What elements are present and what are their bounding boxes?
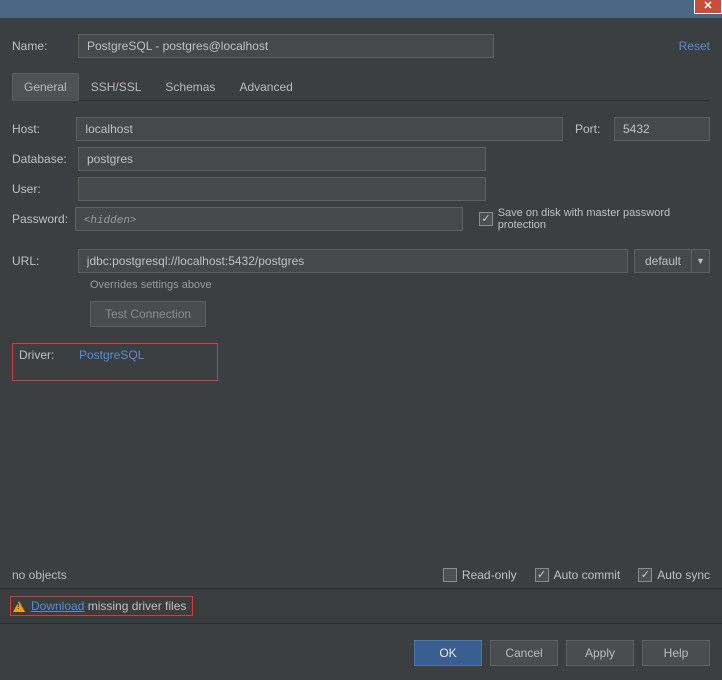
tab-schemas[interactable]: Schemas xyxy=(153,73,227,101)
driver-row-highlight: Driver: PostgreSQL xyxy=(12,343,218,381)
download-highlight: Download missing driver files xyxy=(10,596,193,616)
warning-icon xyxy=(13,601,25,612)
ok-button[interactable]: OK xyxy=(414,640,482,666)
checkbox-icon: ✓ xyxy=(479,212,492,226)
name-input[interactable] xyxy=(78,34,494,58)
auto-commit-checkbox[interactable]: ✓ Auto commit xyxy=(535,568,621,582)
checkbox-icon: ✓ xyxy=(638,568,652,582)
database-label: Database: xyxy=(12,152,78,166)
read-only-label: Read-only xyxy=(462,568,517,582)
name-label: Name: xyxy=(12,39,78,53)
database-input[interactable] xyxy=(78,147,486,171)
auto-commit-label: Auto commit xyxy=(554,568,621,582)
read-only-checkbox[interactable]: Read-only xyxy=(443,568,517,582)
download-strip: Download missing driver files xyxy=(0,588,722,624)
reset-link[interactable]: Reset xyxy=(679,39,710,53)
tab-general[interactable]: General xyxy=(12,73,79,101)
save-password-label: Save on disk with master password protec… xyxy=(498,207,710,231)
objects-status: no objects xyxy=(12,568,67,582)
close-icon: ✕ xyxy=(703,0,712,12)
user-input[interactable] xyxy=(78,177,486,201)
tab-bar: General SSH/SSL Schemas Advanced xyxy=(12,72,710,101)
driver-link[interactable]: PostgreSQL xyxy=(79,348,144,362)
chevron-down-icon[interactable]: ▼ xyxy=(691,249,709,273)
tab-advanced[interactable]: Advanced xyxy=(227,73,304,101)
titlebar: ✕ xyxy=(0,0,722,18)
save-password-checkbox[interactable]: ✓ Save on disk with master password prot… xyxy=(479,207,710,231)
port-input[interactable] xyxy=(614,117,710,141)
download-rest-text: missing driver files xyxy=(84,599,186,613)
host-label: Host: xyxy=(12,122,76,136)
auto-sync-checkbox[interactable]: ✓ Auto sync xyxy=(638,568,710,582)
auto-sync-label: Auto sync xyxy=(657,568,710,582)
password-label: Password: xyxy=(12,212,75,226)
url-hint: Overrides settings above xyxy=(90,279,710,291)
driver-label: Driver: xyxy=(19,348,79,362)
url-label: URL: xyxy=(12,254,78,268)
tab-sshssl[interactable]: SSH/SSL xyxy=(79,73,154,101)
url-mode-combo[interactable]: default ▼ xyxy=(634,249,710,273)
user-label: User: xyxy=(12,182,78,196)
test-connection-button[interactable]: Test Connection xyxy=(90,301,206,327)
checkbox-icon: ✓ xyxy=(535,568,549,582)
host-input[interactable] xyxy=(76,117,563,141)
password-input[interactable] xyxy=(75,207,464,231)
apply-button[interactable]: Apply xyxy=(566,640,634,666)
url-input[interactable] xyxy=(78,249,628,273)
close-button[interactable]: ✕ xyxy=(694,0,722,14)
help-button[interactable]: Help xyxy=(642,640,710,666)
cancel-button[interactable]: Cancel xyxy=(490,640,558,666)
download-link[interactable]: Download xyxy=(31,599,84,613)
checkbox-icon xyxy=(443,568,457,582)
port-label: Port: xyxy=(575,122,614,136)
url-mode-value: default xyxy=(635,254,691,268)
